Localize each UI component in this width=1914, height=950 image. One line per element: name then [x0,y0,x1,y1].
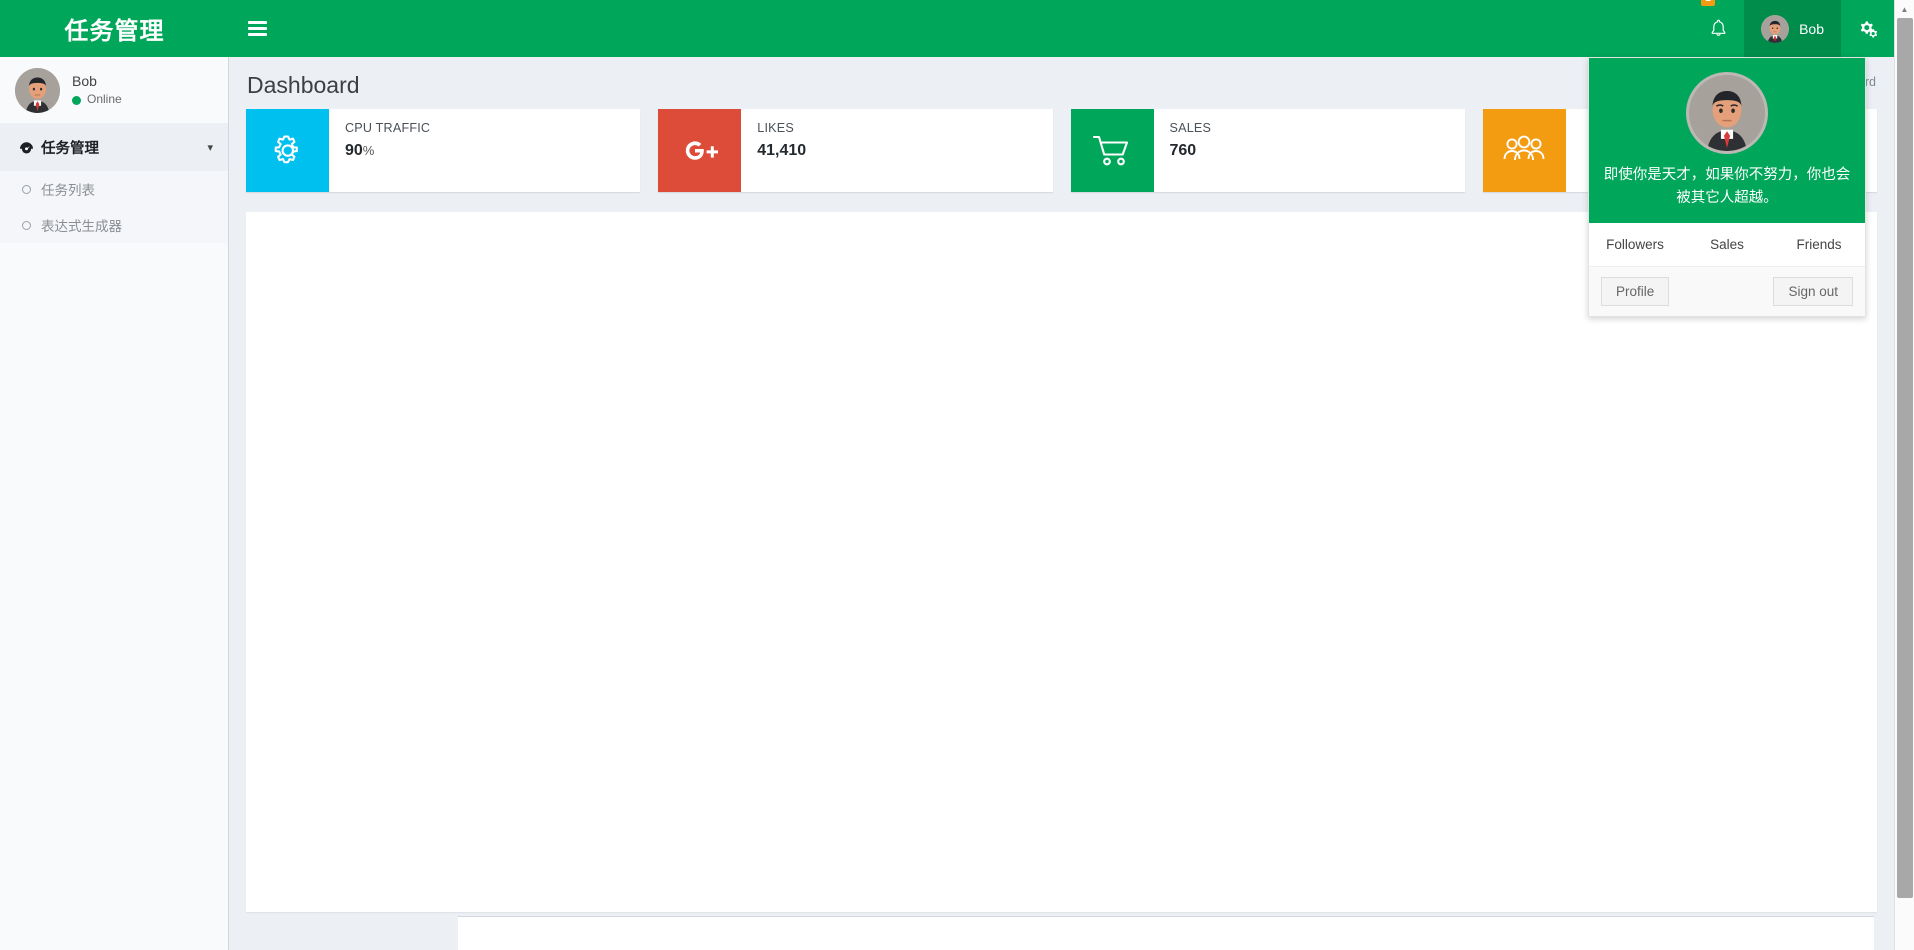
bell-icon [1710,19,1727,38]
user-dropdown-friends-link[interactable]: Friends [1773,237,1865,252]
notification-badge: 1 [1701,0,1716,6]
info-box-cpu-label: CPU TRAFFIC [345,121,431,135]
users-icon [1482,109,1566,192]
dashboard-icon [19,141,41,154]
sidebar: Bob Online 任务管理 ▾ 任务列表 表达式生成器 [0,57,229,950]
info-box-sales-value: 760 [1169,142,1197,159]
brand-label: 任务管理 [64,18,165,45]
user-menu-button[interactable]: Bob [1744,0,1841,57]
sidebar-subitem-task-list-label: 任务列表 [41,183,95,198]
sidebar-subitem-expression-builder-label: 表达式生成器 [41,219,122,234]
sidebar-subitem-expression-builder: 表达式生成器 [0,207,228,243]
page-scrollbar[interactable]: ▲ [1894,0,1914,950]
info-box-cpu-traffic[interactable]: CPU TRAFFIC 90% [246,109,641,192]
sidebar-subitem-task-list-link[interactable]: 任务列表 [0,171,228,207]
sidebar-subitem-task-list: 任务列表 [0,171,228,207]
circle-o-icon [22,220,31,230]
info-box-col-likes: LIKES 41,410 [649,109,1061,192]
info-box-likes[interactable]: LIKES 41,410 [658,109,1053,192]
user-dropdown-avatar [1686,72,1768,154]
sidebar-submenu: 任务列表 表达式生成器 [0,171,228,243]
hamburger-icon [247,18,267,40]
settings-button[interactable] [1841,0,1894,57]
sidebar-item-task-management-link[interactable]: 任务管理 ▾ [0,124,228,171]
gear-icon [246,109,329,192]
info-box-cpu-unit: % [362,143,375,158]
sidebar-user-info: Bob Online [72,71,122,109]
info-box-cpu-value: 90 [345,142,363,159]
avatar [1761,14,1790,43]
user-dropdown-header: 即使你是天才，如果你不努力，你也会被其它人超越。 [1589,58,1865,224]
info-box-likes-label: LIKES [757,121,794,135]
navbar-spacer [285,0,1693,57]
user-dropdown-menu: 即使你是天才，如果你不努力，你也会被其它人超越。 Followers Sales… [1588,57,1866,318]
info-box-col-cpu: CPU TRAFFIC 90% [237,109,649,192]
info-box-likes-content: LIKES 41,410 [741,109,816,192]
shopping-cart-icon [1070,109,1154,192]
sign-out-button[interactable]: Sign out [1773,277,1853,307]
info-box-likes-value: 41,410 [757,142,807,159]
info-box-cpu-content: CPU TRAFFIC 90% [329,109,440,192]
online-status-icon [72,95,81,105]
gears-icon [1858,20,1877,38]
user-dropdown-sales-link[interactable]: Sales [1681,237,1773,252]
user-dropdown-stats: Followers Sales Friends [1589,223,1865,267]
info-box-sales-content: SALES 760 [1154,109,1222,192]
user-dropdown-followers-link[interactable]: Followers [1589,237,1681,252]
user-dropdown-quote: 即使你是天才，如果你不努力，你也会被其它人超越。 [1603,167,1851,207]
sidebar-user-panel: Bob Online [0,57,228,124]
info-box-sales-label: SALES [1169,121,1212,135]
sidebar-subitem-expression-builder-link[interactable]: 表达式生成器 [0,207,228,243]
sidebar-user-status-label: Online [87,92,122,107]
brand-logo[interactable]: 任务管理 [0,0,229,57]
profile-button[interactable]: Profile [1601,277,1670,307]
info-box-sales[interactable]: SALES 760 [1070,109,1465,192]
footer [458,916,1874,950]
dashboard-page: 任务管理 1 [0,0,1914,950]
chevron-down-icon: ▾ [207,142,213,154]
sidebar-avatar [15,67,60,113]
user-menu-label: Bob [1799,20,1824,37]
info-box-col-sales: SALES 760 [1062,109,1474,192]
scroll-up-arrow-icon[interactable]: ▲ [1895,0,1914,18]
user-dropdown-footer: Profile Sign out [1589,266,1865,317]
sidebar-user-name: Bob [72,73,97,90]
sidebar-menu: 任务管理 ▾ 任务列表 表达式生成器 [0,124,228,243]
navbar-right-menu: 1 Bob [1693,0,1894,57]
sidebar-user-status: Online [72,91,122,108]
sidebar-toggle-button[interactable] [229,0,285,57]
top-navbar: 任务管理 1 [0,0,1894,57]
circle-o-icon [22,184,31,194]
scrollbar-thumb[interactable] [1897,18,1913,898]
sidebar-item-task-management-label: 任务管理 [41,141,99,157]
info-box-sales-number: 760 [1170,142,1212,160]
notifications-button[interactable]: 1 [1693,0,1744,57]
info-box-likes-number: 41,410 [757,142,806,160]
sidebar-item-task-management: 任务管理 ▾ 任务列表 表达式生成器 [0,124,228,243]
google-plus-icon [658,109,742,192]
info-box-cpu-number: 90% [345,142,430,160]
